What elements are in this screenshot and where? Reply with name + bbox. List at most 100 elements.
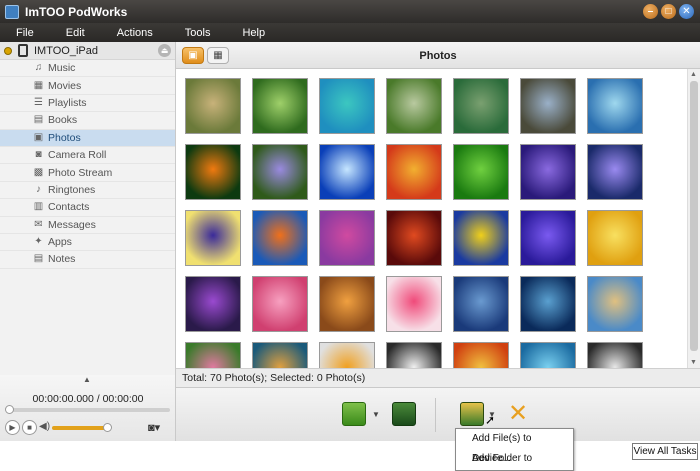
sidebar-item-movies[interactable]: ▦ Movies — [0, 77, 175, 95]
menu-file[interactable]: File — [0, 27, 50, 39]
photo-thumbnail[interactable] — [587, 276, 643, 332]
sidebar-item-playlists[interactable]: ☰ Playlists — [0, 95, 175, 113]
photo-thumbnail[interactable] — [520, 276, 576, 332]
sidebar-item-camera-roll[interactable]: ◙ Camera Roll — [0, 147, 175, 165]
sidebar-item-ringtones[interactable]: ♪ Ringtones — [0, 182, 175, 200]
volume-knob[interactable] — [103, 423, 112, 432]
add-to-device-icon[interactable] — [342, 402, 366, 426]
collapse-arrow-icon[interactable]: ▲ — [83, 375, 91, 384]
app-title: ImTOO PodWorks — [25, 4, 128, 19]
photo-thumbnail[interactable] — [386, 210, 442, 266]
play-button[interactable]: ▶ — [5, 420, 20, 435]
photo-thumbnail[interactable] — [386, 144, 442, 200]
photo-thumbnail[interactable] — [252, 78, 308, 134]
mouse-cursor-icon: ➚ — [485, 413, 496, 427]
apps-icon: ✦ — [34, 236, 43, 248]
add-files-to-device-item[interactable]: Add File(s) to Device... — [456, 429, 573, 464]
photo-thumbnail[interactable] — [520, 78, 576, 134]
delete-icon[interactable]: ✕ — [508, 402, 528, 426]
photo-thumbnail[interactable] — [453, 78, 509, 134]
status-bar: Total: 70 Photo(s); Selected: 0 Photo(s) — [176, 368, 700, 387]
photo-thumbnail[interactable] — [386, 78, 442, 134]
minimize-button[interactable]: – — [643, 4, 658, 19]
photo-thumbnail[interactable] — [319, 342, 375, 368]
ipad-icon — [18, 44, 28, 57]
seek-knob[interactable] — [5, 405, 14, 414]
menu-tools[interactable]: Tools — [169, 27, 227, 39]
photo-thumbnail[interactable] — [185, 78, 241, 134]
device-name: IMTOO_iPad — [34, 44, 98, 57]
sidebar-item-label: Photo Stream — [48, 166, 113, 179]
photo-icon: ▣ — [33, 131, 44, 143]
sidebar-item-photo-stream[interactable]: ▩ Photo Stream — [0, 164, 175, 182]
add-dropdown-arrow-icon[interactable]: ▼ — [372, 410, 380, 419]
photo-thumbnail[interactable] — [252, 144, 308, 200]
sidebar-item-apps[interactable]: ✦ Apps — [0, 234, 175, 252]
sidebar-item-notes[interactable]: ▤ Notes — [0, 251, 175, 269]
sidebar-item-label: Apps — [48, 236, 72, 249]
photo-thumbnail[interactable] — [319, 78, 375, 134]
add-video-icon[interactable] — [460, 402, 484, 426]
volume-icon[interactable]: ◀) — [39, 421, 50, 432]
scroll-up-icon[interactable]: ▲ — [690, 71, 697, 78]
photo-thumbnail[interactable] — [319, 144, 375, 200]
photo-thumbnail[interactable] — [587, 210, 643, 266]
device-row[interactable]: IMTOO_iPad ⏏ — [0, 42, 175, 60]
sidebar-item-label: Notes — [48, 253, 76, 266]
photo-thumbnail[interactable] — [319, 276, 375, 332]
photo-thumbnail[interactable] — [319, 210, 375, 266]
toolbar-separator — [435, 398, 436, 432]
photo-thumbnail[interactable] — [185, 144, 241, 200]
eject-icon[interactable]: ⏏ — [158, 44, 171, 57]
close-button[interactable]: ✕ — [679, 4, 694, 19]
book-icon: ▤ — [33, 114, 44, 126]
photo-thumbnail[interactable] — [453, 342, 509, 368]
photo-thumbnail[interactable] — [453, 210, 509, 266]
export-to-pc-icon[interactable] — [392, 402, 416, 426]
photo-thumbnail[interactable] — [185, 276, 241, 332]
scroll-thumb[interactable] — [690, 81, 698, 351]
photo-thumbnail[interactable] — [453, 276, 509, 332]
photo-thumbnail[interactable] — [252, 342, 308, 368]
photo-thumbnail[interactable] — [520, 210, 576, 266]
sidebar-item-messages[interactable]: ✉ Messages — [0, 217, 175, 234]
main-panel: ▣ ▦ Photos ▲ ▼ Total: 70 Photo(s); Selec… — [176, 42, 700, 387]
maximize-button[interactable]: □ — [661, 4, 676, 19]
app-logo-icon — [5, 4, 19, 19]
playlist-icon: ☰ — [34, 96, 43, 108]
media-player: ▲ 00:00:00.000 / 00:00:00 ▶ ■ ◀) ◙▾ — [0, 375, 176, 441]
photo-thumbnail[interactable] — [386, 276, 442, 332]
vertical-scrollbar[interactable]: ▲ ▼ — [687, 69, 700, 368]
photo-thumbnail[interactable] — [587, 78, 643, 134]
photo-thumbnail[interactable] — [520, 144, 576, 200]
photo-thumbnail[interactable] — [587, 342, 643, 368]
sidebar-item-music[interactable]: ♫ Music — [0, 60, 175, 78]
bottom-area — [0, 441, 700, 471]
photo-thumbnail[interactable] — [185, 342, 241, 368]
camera-icon: ◙ — [35, 149, 42, 161]
sidebar-item-photos[interactable]: ▣ Photos — [0, 129, 175, 147]
sidebar-item-books[interactable]: ▤ Books — [0, 112, 175, 130]
sidebar-item-contacts[interactable]: ▥ Contacts — [0, 199, 175, 217]
menu-help[interactable]: Help — [226, 27, 281, 39]
device-toggle-icon[interactable] — [4, 46, 12, 55]
photo-thumbnail[interactable] — [520, 342, 576, 368]
photo-thumbnail[interactable] — [185, 210, 241, 266]
menu-edit[interactable]: Edit — [50, 27, 101, 39]
add-folder-to-device-item[interactable]: Add Folder to Device... — [456, 449, 573, 469]
menu-actions[interactable]: Actions — [101, 27, 169, 39]
view-all-tasks-button[interactable]: View All Tasks — [632, 443, 698, 460]
notes-icon: ▤ — [33, 253, 44, 265]
photo-thumbnail[interactable] — [252, 210, 308, 266]
scroll-down-icon[interactable]: ▼ — [690, 359, 697, 366]
photo-stream-icon: ▩ — [33, 166, 44, 178]
snapshot-camera-icon[interactable]: ◙▾ — [148, 421, 160, 434]
photo-thumbnail[interactable] — [453, 144, 509, 200]
photo-thumbnail[interactable] — [587, 144, 643, 200]
photo-thumbnail[interactable] — [386, 342, 442, 368]
playback-time: 00:00:00.000 / 00:00:00 — [32, 393, 144, 405]
volume-slider[interactable] — [52, 423, 112, 432]
photo-thumbnail[interactable] — [252, 276, 308, 332]
stop-button[interactable]: ■ — [22, 420, 37, 435]
seek-bar[interactable] — [5, 405, 170, 414]
